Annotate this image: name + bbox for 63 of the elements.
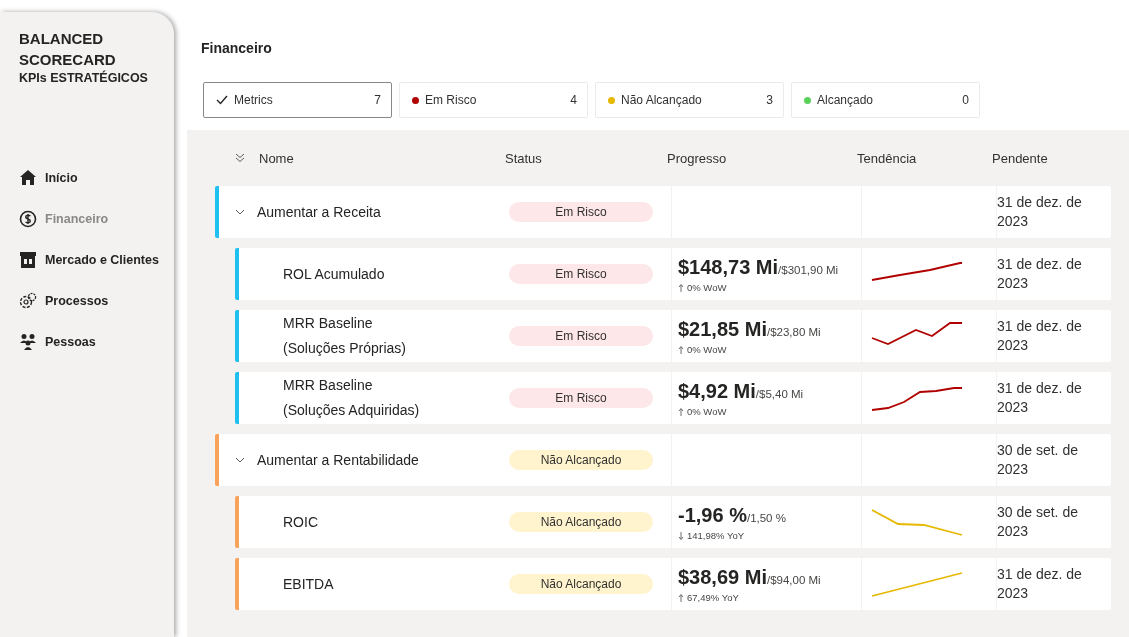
status-badge: Não Alcançado xyxy=(509,512,653,532)
change-text: 67,49% YoY xyxy=(687,592,739,603)
change-text: 141,98% YoY xyxy=(687,530,745,541)
change-text: 0% WoW xyxy=(687,344,727,355)
page-title: Financeiro xyxy=(201,40,273,56)
status-badge: Em Risco xyxy=(509,264,653,284)
filter-button[interactable]: Em Risco 4 xyxy=(399,82,588,118)
metric-name: EBITDA xyxy=(283,574,335,594)
chevron-icon[interactable] xyxy=(235,457,245,463)
change-text: 0% WoW xyxy=(687,406,727,417)
nav-item[interactable]: Processos xyxy=(19,292,174,310)
app-title: BALANCED SCORECARD xyxy=(19,29,117,70)
status-badge: Não Alcançado xyxy=(509,450,653,470)
column-header: Tendência xyxy=(857,150,917,166)
metric-row[interactable]: MRR Baseline (Soluções Adquiridas) Em Risco $4,92 Mi/$5,40 Mi 0% WoW 31 de dez. de 2023 xyxy=(235,372,1111,424)
store-icon xyxy=(19,251,37,269)
nav-item[interactable]: Início xyxy=(19,169,174,187)
home-icon xyxy=(19,169,37,187)
dollar-icon xyxy=(19,210,37,228)
metric-row[interactable]: MRR Baseline (Soluções Próprias) Em Risco $21,85 Mi/$23,80 Mi 0% WoW 31 de dez. de 2023 xyxy=(235,310,1111,362)
due-date: 31 de dez. de 2023 xyxy=(997,255,1083,293)
metric-row[interactable]: ROIC Não Alcançado -1,96 %/1,50 % 141,98% YoY 30 de set. de 2023 xyxy=(235,496,1111,548)
column-header: Nome xyxy=(259,150,294,166)
due-date: 31 de dez. de 2023 xyxy=(997,193,1083,231)
status-badge: Em Risco xyxy=(509,326,653,346)
due-date: 31 de dez. de 2023 xyxy=(997,317,1083,355)
filter-button[interactable]: Alcançado 0 xyxy=(791,82,980,118)
progress-value: $4,92 Mi/$5,40 Mi xyxy=(678,379,804,404)
collapse-all-icon[interactable] xyxy=(235,153,245,163)
due-date: 31 de dez. de 2023 xyxy=(997,379,1083,417)
column-header: Progresso xyxy=(667,150,727,166)
metric-name: ROL Acumulado xyxy=(283,264,386,284)
group-name: Aumentar a Rentabilidade xyxy=(257,452,419,468)
people-icon xyxy=(19,333,37,351)
metric-name: MRR Baseline (Soluções Próprias) xyxy=(283,314,407,358)
due-date: 30 de set. de 2023 xyxy=(997,503,1079,541)
nav-item[interactable]: Mercado e Clientes xyxy=(19,251,174,269)
metric-name: MRR Baseline (Soluções Adquiridas) xyxy=(283,376,421,420)
filter-button[interactable]: Não Alcançado 3 xyxy=(595,82,784,118)
status-badge: Em Risco xyxy=(509,202,653,222)
group-row[interactable]: Aumentar a Receita Em Risco 31 de dez. de 2023 xyxy=(215,186,1111,238)
column-header: Pendente xyxy=(992,150,1048,166)
progress-value: -1,96 %/1,50 % xyxy=(678,503,786,528)
status-badge: Não Alcançado xyxy=(509,574,653,594)
progress-value: $38,69 Mi/$94,00 Mi xyxy=(678,565,821,590)
metric-row[interactable]: ROL Acumulado Em Risco $148,73 Mi/$301,90 Mi 0% WoW 31 de dez. de 2023 xyxy=(235,248,1111,300)
chevron-icon[interactable] xyxy=(235,209,245,215)
metric-row[interactable]: EBITDA Não Alcançado $38,69 Mi/$94,00 Mi 67,49% YoY 31 de dez. de 2023 xyxy=(235,558,1111,610)
status-badge: Em Risco xyxy=(509,388,653,408)
progress-value: $21,85 Mi/$23,80 Mi xyxy=(678,317,821,342)
due-date: 31 de dez. de 2023 xyxy=(997,565,1083,603)
group-name: Aumentar a Receita xyxy=(257,204,381,220)
column-header: Status xyxy=(505,150,542,166)
check-icon xyxy=(216,95,228,105)
filter-button[interactable]: Metrics 7 xyxy=(203,82,392,118)
group-row[interactable]: Aumentar a Rentabilidade Não Alcançado 30 de set. de 2023 xyxy=(215,434,1111,486)
change-text: 0% WoW xyxy=(687,282,727,293)
app-subtitle: KPIs ESTRATÉGICOS xyxy=(19,71,149,85)
due-date: 30 de set. de 2023 xyxy=(997,441,1079,479)
progress-value: $148,73 Mi/$301,90 Mi xyxy=(678,255,839,280)
metric-name: ROIC xyxy=(283,512,319,532)
gears-icon xyxy=(19,292,37,310)
nav-item[interactable]: Pessoas xyxy=(19,333,174,351)
